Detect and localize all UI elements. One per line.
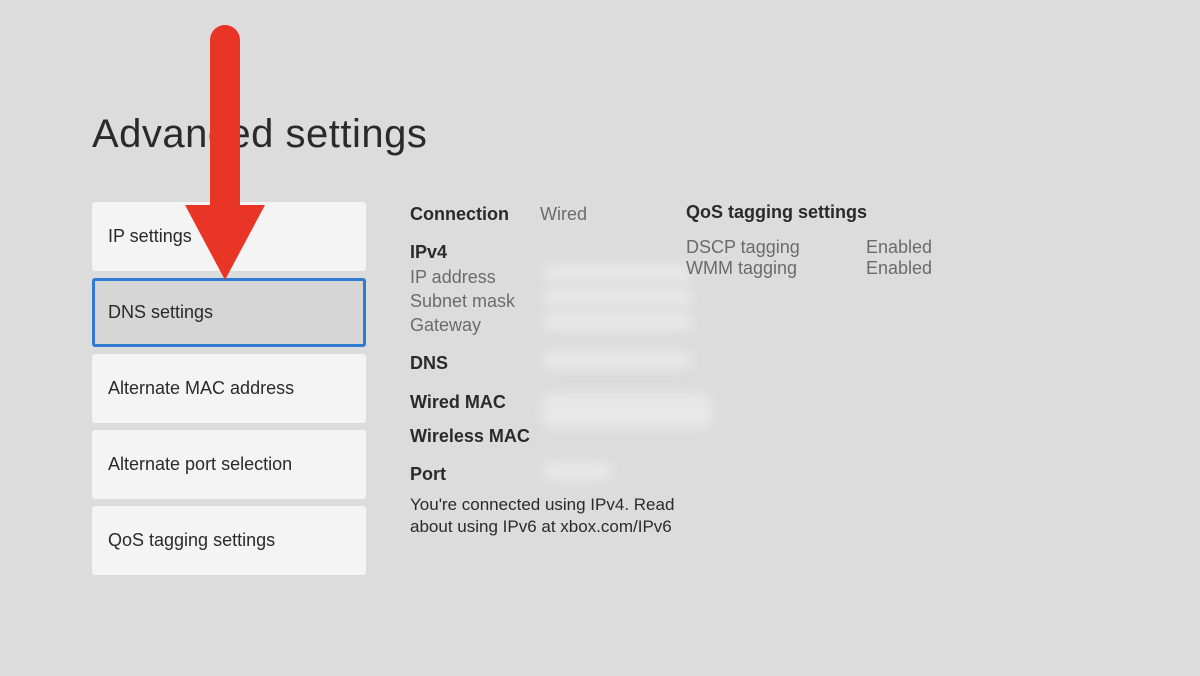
wireless-mac-label: Wireless MAC: [410, 424, 540, 448]
menu-item-alternate-port-selection[interactable]: Alternate port selection: [92, 430, 366, 499]
subnet-mask-label: Subnet mask: [410, 289, 540, 313]
ip-address-label: IP address: [410, 265, 540, 289]
dns-value-blurred: [542, 351, 692, 369]
subnet-mask-value-blurred: [542, 289, 692, 307]
menu-item-qos-tagging-settings[interactable]: QoS tagging settings: [92, 506, 366, 575]
qos-heading: QoS tagging settings: [686, 202, 966, 223]
ip-address-value-blurred: [542, 265, 692, 283]
qos-dscp-label: DSCP tagging: [686, 237, 866, 258]
page-title: Advanced settings: [92, 112, 427, 157]
qos-wmm-value: Enabled: [866, 258, 932, 279]
qos-section: QoS tagging settings DSCP tagging Enable…: [686, 202, 966, 279]
dns-heading: DNS: [410, 351, 540, 375]
menu-item-ip-settings[interactable]: IP settings: [92, 202, 366, 271]
connection-label: Connection: [410, 202, 540, 226]
qos-wmm-label: WMM tagging: [686, 258, 866, 279]
gateway-value-blurred: [542, 313, 692, 331]
settings-menu: IP settings DNS settings Alternate MAC a…: [92, 202, 366, 582]
gateway-label: Gateway: [410, 313, 540, 337]
wired-mac-label: Wired MAC: [410, 390, 540, 424]
ipv4-note: You're connected using IPv4. Read about …: [410, 494, 680, 538]
ipv4-heading: IPv4: [410, 240, 540, 264]
port-value-blurred: [542, 462, 612, 480]
connection-value: Wired: [540, 202, 587, 226]
menu-item-dns-settings[interactable]: DNS settings: [92, 278, 366, 347]
menu-item-alternate-mac-address[interactable]: Alternate MAC address: [92, 354, 366, 423]
qos-dscp-value: Enabled: [866, 237, 932, 258]
port-label: Port: [410, 462, 540, 486]
mac-values-blurred: [542, 394, 712, 428]
